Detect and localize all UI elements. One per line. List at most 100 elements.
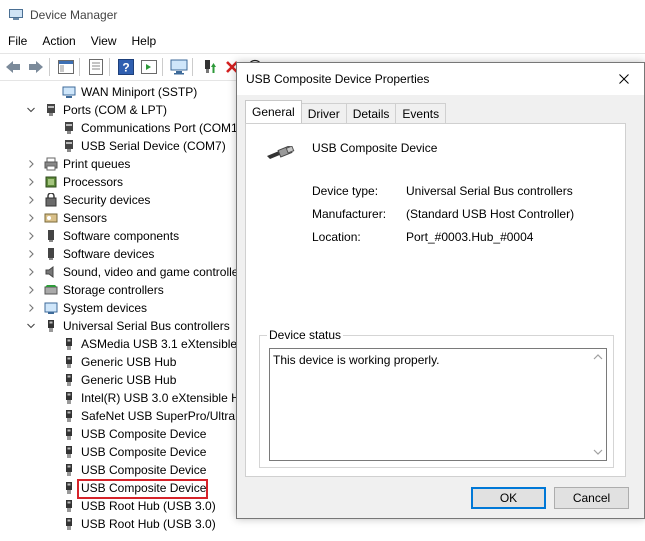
toolbar-separator <box>192 58 193 76</box>
help-icon: ? <box>118 59 134 75</box>
forward-button[interactable] <box>26 57 46 77</box>
tree-item[interactable]: USB Root Hub (USB 3.0) <box>62 497 216 515</box>
tree-item[interactable]: Software components <box>26 227 179 245</box>
security-icon <box>44 193 58 207</box>
tree-item[interactable]: Ports (COM & LPT) <box>26 101 167 119</box>
help-button[interactable]: ? <box>116 57 136 77</box>
tree-item[interactable]: Sensors <box>26 209 107 227</box>
tree-item-label: Universal Serial Bus controllers <box>63 319 230 333</box>
device-status-textbox[interactable]: This device is working properly. <box>269 348 607 461</box>
tree-item-label: USB Composite Device <box>81 427 207 441</box>
chevron-right-icon[interactable] <box>26 159 36 169</box>
software-device-icon <box>44 247 58 261</box>
tab-general[interactable]: General <box>245 100 302 123</box>
tree-item[interactable]: Processors <box>26 173 123 191</box>
selection-highlight <box>77 479 208 499</box>
tree-item[interactable]: Storage controllers <box>26 281 164 299</box>
status-scrollbar[interactable] <box>590 349 606 460</box>
manufacturer-label: Manufacturer: <box>312 207 387 221</box>
chevron-down-icon[interactable] <box>26 105 36 115</box>
svg-text:?: ? <box>122 61 129 75</box>
tree-item-label: Storage controllers <box>63 283 164 297</box>
tree-item[interactable]: USB Root Hub (USB 3.0) <box>62 515 216 533</box>
device-manager-icon <box>9 9 23 20</box>
toolbar-separator <box>79 58 80 76</box>
storage-icon <box>44 283 58 297</box>
scroll-down-icon <box>593 449 603 455</box>
usb-icon <box>62 409 76 423</box>
chevron-right-icon[interactable] <box>26 249 36 259</box>
tree-item[interactable]: Generic USB Hub <box>62 371 176 389</box>
tree-item[interactable]: SafeNet USB SuperPro/UltraPro <box>62 407 245 425</box>
software-component-icon <box>44 229 58 243</box>
scroll-up-icon <box>593 354 603 360</box>
usb-icon <box>62 499 76 513</box>
dialog-titlebar: USB Composite Device Properties <box>237 63 644 95</box>
tab-details[interactable]: Details <box>345 103 397 123</box>
printer-icon <box>44 157 58 171</box>
usb-icon <box>62 355 76 369</box>
speaker-icon <box>44 265 58 279</box>
tree-item-label: Print queues <box>63 157 131 171</box>
scan-hardware-button[interactable] <box>169 57 189 77</box>
update-driver-button[interactable] <box>199 57 219 77</box>
tree-item[interactable]: Software devices <box>26 245 154 263</box>
tree-item[interactable]: Intel(R) USB 3.0 eXtensible Host Control… <box>62 389 245 407</box>
tree-item[interactable]: Communications Port (COM1) <box>62 119 242 137</box>
network-adapter-icon <box>62 85 76 99</box>
chevron-right-icon[interactable] <box>26 213 36 223</box>
tree-item[interactable]: Sound, video and game controllers <box>26 263 245 281</box>
tree-item-label: SafeNet USB SuperPro/UltraPro <box>81 409 245 423</box>
tab-driver[interactable]: Driver <box>300 103 347 123</box>
ok-button[interactable]: OK <box>471 487 546 509</box>
manufacturer-value: (Standard USB Host Controller) <box>406 207 575 221</box>
device-status-group: Device status This device is working pro… <box>259 328 614 468</box>
tree-item[interactable]: Generic USB Hub <box>62 353 176 371</box>
dialog-close-button[interactable] <box>604 63 644 95</box>
chevron-right-icon[interactable] <box>26 195 36 205</box>
view-details-button[interactable] <box>139 57 159 77</box>
tree-item-label: Communications Port (COM1) <box>81 121 242 135</box>
usb-icon <box>62 481 76 495</box>
menu-bar: File Action View Help <box>0 30 645 52</box>
tree-item[interactable]: USB Composite Device <box>62 425 206 443</box>
update-driver-icon <box>205 60 216 73</box>
tab-events[interactable]: Events <box>395 103 447 123</box>
tree-item-label: USB Composite Device <box>81 463 207 477</box>
tree-item[interactable]: System devices <box>26 299 147 317</box>
tree-item[interactable]: Universal Serial Bus controllers <box>26 317 230 335</box>
chevron-down-icon[interactable] <box>26 321 36 331</box>
back-button[interactable] <box>3 57 23 77</box>
usb-icon <box>62 463 76 477</box>
tree-item-label: Software components <box>63 229 180 243</box>
menu-help[interactable]: Help <box>124 34 164 48</box>
chevron-right-icon[interactable] <box>26 303 36 313</box>
chevron-right-icon[interactable] <box>26 285 36 295</box>
tree-item[interactable]: USB Composite Device <box>62 443 206 461</box>
tree-item[interactable]: ASMedia USB 3.1 eXtensible Host Controll… <box>62 335 245 353</box>
show-hide-console-tree-button[interactable] <box>56 57 76 77</box>
menu-action[interactable]: Action <box>34 34 82 48</box>
menu-view[interactable]: View <box>83 34 124 48</box>
menu-file[interactable]: File <box>0 34 34 48</box>
general-tab-panel: USB Composite Device Device type: Univer… <box>245 123 626 477</box>
cancel-button[interactable]: Cancel <box>554 487 629 509</box>
window-title: Device Manager <box>30 8 118 22</box>
tab-strip: General Driver Details Events <box>245 100 447 123</box>
chevron-right-icon[interactable] <box>26 177 36 187</box>
properties-button[interactable] <box>86 57 106 77</box>
forward-arrow-icon <box>29 61 43 73</box>
chevron-right-icon[interactable] <box>26 231 36 241</box>
tree-item[interactable]: Print queues <box>26 155 130 173</box>
tree-item[interactable]: Security devices <box>26 191 150 209</box>
monitor-scan-icon <box>170 59 188 75</box>
sensor-icon <box>44 211 58 225</box>
chevron-right-icon[interactable] <box>26 267 36 277</box>
back-arrow-icon <box>6 61 20 73</box>
location-value: Port_#0003.Hub_#0004 <box>406 230 534 244</box>
usb-icon <box>62 373 76 387</box>
device-status-label: Device status <box>267 328 344 342</box>
tree-item[interactable]: USB Composite Device <box>62 461 206 479</box>
tree-item[interactable]: WAN Miniport (SSTP) <box>62 83 197 101</box>
tree-item[interactable]: USB Serial Device (COM7) <box>62 137 226 155</box>
